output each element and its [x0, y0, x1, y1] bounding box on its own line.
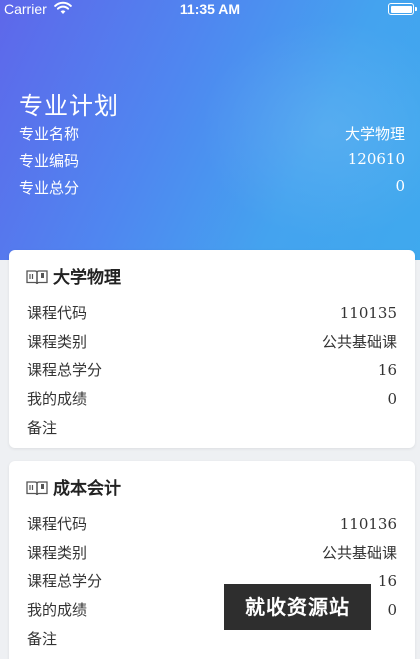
course-title: 成本会计 [53, 479, 121, 499]
plan-row-major-code: 专业编码 120610 [19, 150, 405, 172]
course-row-category: 课程类别 公共基础课 [27, 330, 397, 354]
course-row-category: 课程类别 公共基础课 [27, 541, 397, 565]
course-title: 大学物理 [53, 268, 121, 288]
row-value: 公共基础课 [321, 333, 397, 351]
plan-value: 大学物理 [344, 125, 405, 143]
course-row-code: 课程代码 110136 [27, 512, 397, 536]
plan-row-major-name: 专业名称 大学物理 [19, 123, 405, 145]
course-row-remarks: 备注 [27, 416, 397, 440]
course-row-score: 我的成绩 0 [27, 387, 397, 411]
row-label: 备注 [27, 630, 58, 648]
row-value: 110135 [339, 304, 397, 322]
plan-value: 0 [395, 177, 405, 195]
course-row-remarks: 备注 [27, 627, 397, 651]
row-value: 16 [377, 572, 397, 590]
clock: 11:35 AM [179, 1, 241, 17]
course-row-code: 课程代码 110135 [27, 301, 397, 325]
row-label: 我的成绩 [27, 601, 88, 619]
plan-row-total-score: 专业总分 0 [19, 177, 405, 199]
course-row-credits: 课程总学分 16 [27, 358, 397, 382]
row-label: 课程总学分 [27, 361, 103, 379]
book-icon [26, 481, 48, 496]
watermark-badge: 就收资源站 [224, 584, 371, 630]
row-value: 16 [377, 361, 397, 379]
plan-value: 120610 [347, 150, 405, 168]
row-label: 课程代码 [27, 304, 88, 322]
row-label: 课程类别 [27, 333, 88, 351]
course-card[interactable]: 大学物理 课程代码 110135 课程类别 公共基础课 课程总学分 16 我的成… [9, 250, 415, 448]
plan-label: 专业编码 [19, 152, 80, 170]
row-label: 课程总学分 [27, 572, 103, 590]
row-label: 备注 [27, 419, 58, 437]
row-label: 我的成绩 [27, 390, 88, 408]
row-label: 课程代码 [27, 515, 88, 533]
row-value: 公共基础课 [321, 544, 397, 562]
book-icon [26, 270, 48, 285]
page-title: 专业计划 [19, 92, 119, 120]
row-label: 课程类别 [27, 544, 88, 562]
battery-icon [388, 3, 417, 15]
row-value: 0 [387, 601, 397, 619]
status-bar: Carrier 11:35 AM [0, 0, 420, 20]
app-screen: Carrier 11:35 AM 专业计划 专业名称 大学物理 专业编码 120… [0, 0, 420, 659]
plan-label: 专业总分 [19, 179, 80, 197]
plan-label: 专业名称 [19, 125, 80, 143]
row-value: 0 [387, 390, 397, 408]
row-value: 110136 [339, 515, 397, 533]
